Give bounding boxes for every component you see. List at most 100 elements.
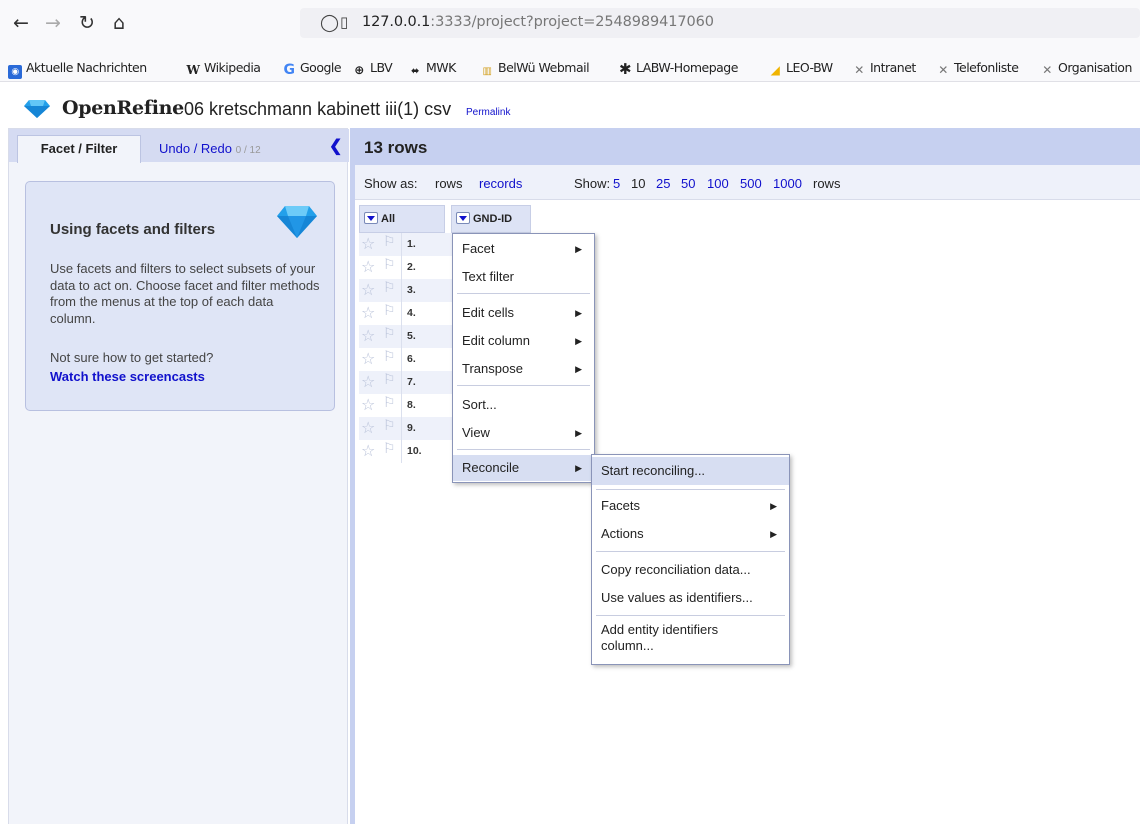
back-arrow-icon[interactable]: ← [8,10,34,36]
bookmark-leo-bw[interactable]: ◢ LEO-BW [768,60,833,77]
home-icon[interactable]: ⌂ [106,10,132,36]
submenu-arrow-icon: ▶ [770,529,777,539]
wikipedia-icon: W [186,63,200,77]
menu-separator [457,293,590,294]
page-size-10[interactable]: 10 [631,176,645,191]
help-question: Not sure how to get started? [50,350,214,365]
star-icon[interactable]: ☆ [361,372,375,391]
undo-count: 0 / 12 [235,145,261,156]
menu-item-transpose[interactable]: Transpose ▶ [453,356,594,382]
app-logo[interactable]: OpenRefine [62,97,184,119]
table-row: ☆ ⚐ 2. [359,256,459,279]
menu-item-actions[interactable]: Actions ▶ [592,521,789,547]
openrefine-logo-icon[interactable] [24,100,50,118]
star-icon[interactable]: ☆ [361,234,375,253]
star-icon[interactable]: ☆ [361,303,375,322]
page-size-1000[interactable]: 1000 [773,176,802,191]
show-label: Show: [574,176,611,191]
page-size-50[interactable]: 50 [681,176,695,191]
collapse-panel-icon[interactable]: ❮ [329,136,342,156]
bookmark-wikipedia[interactable]: W Wikipedia [186,60,261,77]
bookmark-aktuelle-nachrichten[interactable]: ◉ Aktuelle Nachrichten [8,60,147,79]
menu-item-sort[interactable]: Sort... [453,392,594,418]
menu-separator [457,385,590,386]
star-icon[interactable]: ☆ [361,349,375,368]
submenu-arrow-icon: ▶ [575,364,582,374]
submenu-arrow-icon: ▶ [575,244,582,254]
tab-undo-redo[interactable]: Undo / Redo 0 / 12 [159,141,261,156]
asterisk-icon: ✱ [618,60,632,78]
bookmark-telefonliste[interactable]: ✕ Telefonliste [936,60,1019,77]
leo-icon: ◢ [770,63,780,77]
table-row: ☆ ⚐ 7. [359,371,459,394]
flag-icon[interactable]: ⚐ [383,303,396,319]
page-size-25[interactable]: 25 [656,176,670,191]
star-icon[interactable]: ☆ [361,441,375,460]
star-icon[interactable]: ☆ [361,418,375,437]
tab-facet-filter[interactable]: Facet / Filter [17,135,141,163]
bookmark-google[interactable]: G Google [282,60,342,77]
show-as-records[interactable]: records [479,176,522,191]
menu-item-facets[interactable]: Facets ▶ [592,493,789,519]
menu-item-add-entity-identifiers-column[interactable]: Add entity identifiers column... [592,620,742,660]
submenu-arrow-icon: ▶ [770,501,777,511]
menu-item-copy-reconciliation-data[interactable]: Copy reconciliation data... [592,557,789,583]
menu-item-text-filter[interactable]: Text filter [453,264,594,290]
menu-item-view[interactable]: View ▶ [453,420,594,446]
reload-icon[interactable]: ↻ [74,10,100,36]
table-row: ☆ ⚐ 10. [359,440,459,463]
page-size-500[interactable]: 500 [740,176,762,191]
dropdown-arrow-icon[interactable] [456,212,470,224]
shield-icon: ◯ [320,13,340,33]
project-title[interactable]: 06 kretschmann kabinett iii(1) csv [184,99,451,120]
menu-item-edit-column[interactable]: Edit column ▶ [453,328,594,354]
bookmark-belwue-webmail[interactable]: ▥ BelWü Webmail [480,60,590,79]
flag-icon[interactable]: ⚐ [383,441,396,457]
flag-icon[interactable]: ⚐ [383,326,396,342]
bookmark-intranet[interactable]: ✕ Intranet [852,60,916,77]
address-bar[interactable]: ◯ ▯ 127.0.0.1:3333/project?project=25489… [300,8,1140,38]
flag-icon[interactable]: ⚐ [383,418,396,434]
menu-item-reconcile[interactable]: Reconcile ▶ [453,455,594,481]
flag-icon[interactable]: ⚐ [383,257,396,273]
menu-item-facet[interactable]: Facet ▶ [453,236,594,262]
flag-icon[interactable]: ⚐ [383,395,396,411]
url-text[interactable]: 127.0.0.1:3333/project?project=254898941… [362,14,714,30]
submenu-arrow-icon: ▶ [575,308,582,318]
rows-summary-bar: 13 rows [355,128,1140,165]
star-icon[interactable]: ☆ [361,326,375,345]
table-row: ☆ ⚐ 3. [359,279,459,302]
menu-item-use-values-as-identifiers[interactable]: Use values as identifiers... [592,585,789,611]
column-header-all[interactable]: All [359,205,445,233]
submenu-arrow-icon: ▶ [575,336,582,346]
left-panel: Facet / Filter Undo / Redo 0 / 12 ❮ Usin… [8,128,349,824]
page-size-5[interactable]: 5 [613,176,620,191]
star-icon[interactable]: ☆ [361,257,375,276]
page-size-100[interactable]: 100 [707,176,729,191]
star-icon[interactable]: ☆ [361,395,375,414]
permalink-link[interactable]: Permalink [466,107,510,118]
bookmark-labw-homepage[interactable]: ✱ LABW-Homepage [618,60,738,78]
table-row: ☆ ⚐ 9. [359,417,459,440]
menu-separator [596,551,785,552]
flag-icon[interactable]: ⚐ [383,372,396,388]
organisation-icon: ✕ [1042,63,1052,77]
menu-item-edit-cells[interactable]: Edit cells ▶ [453,300,594,326]
menu-item-start-reconciling[interactable]: Start reconciling... [592,457,789,485]
column-header-gnd-id[interactable]: GND-ID [451,205,531,233]
table-row: ☆ ⚐ 6. [359,348,459,371]
help-text: Use facets and filters to select subsets… [50,261,320,326]
bookmark-mwk[interactable]: ⬌ MWK [408,60,456,79]
show-as-rows[interactable]: rows [435,176,462,191]
flag-icon[interactable]: ⚐ [383,349,396,365]
dropdown-arrow-icon[interactable] [364,212,378,224]
table-row: ☆ ⚐ 5. [359,325,459,348]
forward-arrow-icon[interactable]: → [40,10,66,36]
screencasts-link[interactable]: Watch these screencasts [50,369,205,384]
bookmark-lbv[interactable]: ⊕ LBV [352,60,393,77]
star-icon[interactable]: ☆ [361,280,375,299]
flag-icon[interactable]: ⚐ [383,234,396,250]
menu-separator [457,449,590,450]
bookmark-organisation[interactable]: ✕ Organisation [1040,60,1132,77]
flag-icon[interactable]: ⚐ [383,280,396,296]
